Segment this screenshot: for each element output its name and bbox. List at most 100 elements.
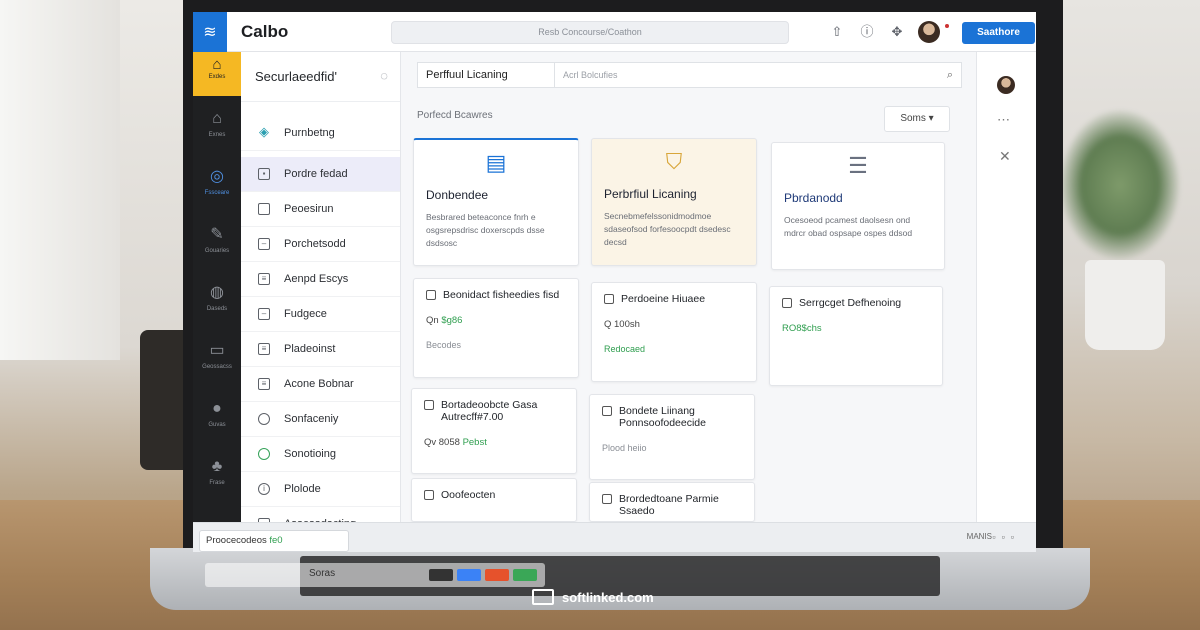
document-icon: ▤ <box>485 150 507 175</box>
drop-icon: ◈ <box>259 124 269 139</box>
rail-item-puzzle[interactable]: ♣ Frase <box>193 444 241 502</box>
card-meta-value: $g86 <box>441 315 463 326</box>
item-card[interactable]: Beonidact fisheedies fisd Qn $g86 Becode… <box>413 278 579 378</box>
section-label: Porfecd Bcawres <box>417 110 493 121</box>
global-search-input[interactable]: Resb Concourse/Coathon <box>391 21 789 44</box>
sort-button[interactable]: Soms ▾ <box>884 106 950 132</box>
card-meta-value: RO8$chs <box>782 323 822 334</box>
sidebar-item[interactable]: ≡ Aenpd Escys <box>241 262 400 297</box>
sidebar-item-label: Porchetsodd <box>284 238 346 250</box>
sidebar-item[interactable]: Peoesirun <box>241 192 400 227</box>
app-logo-icon[interactable]: ≋ <box>193 12 227 52</box>
checkbox-icon <box>602 406 612 416</box>
circle-icon: ● <box>212 400 222 417</box>
card-head: Bortadeoobcte Gasa Autrecff#7.00 <box>424 399 564 423</box>
rail-item-label: Guvas <box>208 422 226 428</box>
card-head: Ooofeocten <box>424 489 564 501</box>
right-rail: ⋯ ✕ <box>976 52 1036 522</box>
grid-icon: ▪ <box>258 168 270 180</box>
dock-app-icon[interactable] <box>485 569 509 581</box>
doc-icon <box>604 294 614 304</box>
card-meta-prefix: Qv 8058 <box>424 437 463 448</box>
folder-icon: – <box>258 308 270 320</box>
dock-app-icon[interactable] <box>513 569 537 581</box>
sidebar-item-selected[interactable]: ▪ Pordre fedad <box>241 157 400 192</box>
primary-button[interactable]: Saathore <box>962 22 1035 44</box>
rail-item-box[interactable]: ▭ Geossacss <box>193 328 241 386</box>
card-meta: RO8$chs <box>782 323 930 334</box>
sidebar-item-label: Fudgece <box>284 308 327 320</box>
rail-item-globe[interactable]: ◍ Daseds <box>193 270 241 328</box>
app-name: Calbo <box>241 21 289 41</box>
doc-icon: ≡ <box>258 273 270 285</box>
rail-item-home[interactable]: ⌂ Exnes <box>193 96 241 154</box>
rail-item-edit[interactable]: ✎ Gouaries <box>193 212 241 270</box>
move-icon[interactable]: ✥ <box>889 24 905 40</box>
rail-home[interactable]: ⌂ Exdes <box>193 52 241 96</box>
item-card[interactable]: Bortadeoobcte Gasa Autrecff#7.00 Qv 8058… <box>411 388 577 474</box>
sidebar-item[interactable]: – Porchetsodd <box>241 227 400 262</box>
dock-app-icon[interactable] <box>429 569 453 581</box>
card-meta: Qn $g86 <box>426 315 566 326</box>
page-icon: ≡ <box>258 343 270 355</box>
status-pill[interactable]: Proocecodeos fe0 <box>199 530 349 552</box>
user-avatar[interactable] <box>918 21 940 43</box>
featured-card[interactable]: ▤ Donbendee Besbrared beteaconce fnrh e … <box>413 138 579 266</box>
featured-desc: Besbrared beteaconce fnrh e osgsrepsdris… <box>426 212 545 248</box>
puzzle-icon: ♣ <box>211 458 223 475</box>
image-icon <box>424 490 434 500</box>
item-card[interactable]: Perdoeine Hiuaee Q 100sh Redocaed <box>591 282 757 382</box>
chat-icon[interactable]: ◌ <box>380 68 388 83</box>
plant-pot <box>1085 260 1165 350</box>
featured-card[interactable]: ☰ Pbrdanodd Ocesoeod pcamest daolsesn on… <box>771 142 945 270</box>
sidebar-item[interactable]: ◈ Purnbetng <box>241 116 400 151</box>
more-icon[interactable]: ⋯ <box>997 112 1010 128</box>
info-circle-icon: i <box>258 483 270 495</box>
dock-app-icon[interactable] <box>457 569 481 581</box>
sidebar-item[interactable]: Sonotioing <box>241 437 400 472</box>
sidebar-item[interactable]: ≡ Acone Bobnar <box>241 367 400 402</box>
rail-item-explore[interactable]: ◎ Fssceare <box>193 154 241 212</box>
filter-input[interactable]: Acrl Bolcufies ⌕ <box>555 62 962 88</box>
upload-icon[interactable]: ⇧ <box>829 24 845 40</box>
sidebar-item[interactable]: i Plolode <box>241 472 400 507</box>
sidebar-header: Securlaeedfid' ◌ <box>241 52 400 102</box>
featured-desc: Ocesoeod pcamest daolsesn ond mdrcr obad… <box>784 215 913 238</box>
collaborator-avatar[interactable] <box>997 76 1015 94</box>
rail-item-label: Exnes <box>208 132 226 138</box>
sidebar-item[interactable]: ≡ Pladeoinst <box>241 332 400 367</box>
info-icon[interactable]: ⓘ <box>859 24 875 40</box>
card-head: Brordedtoane Parmie Ssaedo <box>602 493 742 517</box>
close-icon[interactable]: ✕ <box>999 148 1011 165</box>
item-card[interactable]: Serrgcget Defhenoing RO8$chs <box>769 286 943 386</box>
sidebar-item[interactable]: – Fudgece <box>241 297 400 332</box>
doc-icon <box>426 290 436 300</box>
watermark-text: softlinked.com <box>562 589 654 605</box>
badge-icon: ⛉ <box>665 149 683 174</box>
card-meta-prefix: Qn <box>426 315 442 326</box>
sidebar: Securlaeedfid' ◌ ◈ Purnbetng ▪ Pordre feda… <box>241 52 401 542</box>
item-card[interactable]: Brordedtoane Parmie Ssaedo <box>589 482 755 522</box>
featured-desc: Secnebmefelssonidmodmoe sdaseofsod forfe… <box>604 211 731 247</box>
sidebar-item-label: Purnbetng <box>284 127 335 139</box>
rail-item-label: Gouaries <box>204 248 230 254</box>
active-tab[interactable]: Perffuul Licaning <box>417 62 555 88</box>
sidebar-item-label: Acone Bobnar <box>284 378 354 390</box>
plant <box>1060 110 1180 260</box>
rail-item-label: Daseds <box>206 306 228 312</box>
card-title: Bortadeoobcte Gasa Autrecff#7.00 <box>441 399 538 423</box>
card-title: Serrgcget Defhenoing <box>799 297 902 309</box>
sidebar-item-label: Pordre fedad <box>284 168 348 180</box>
sidebar-title: Securlaeedfid' <box>255 69 337 84</box>
laptop-screen: ≋ Calbo Resb Concourse/Coathon ⇧ ⓘ ✥ Saa… <box>193 12 1036 552</box>
featured-card[interactable]: ⛉ Perbrfiul Licaning Secnebmefelssonidmo… <box>591 138 757 266</box>
search-icon[interactable]: ⌕ <box>947 63 953 87</box>
globe-icon: ◍ <box>210 284 224 301</box>
rail-item-circle[interactable]: ● Guvas <box>193 386 241 444</box>
window-light <box>0 0 120 360</box>
item-card[interactable]: Bondete Liinang Ponnsoofodeecide Plood h… <box>589 394 755 480</box>
sidebar-item[interactable]: Sonfaceniy <box>241 402 400 437</box>
minus-box-icon: – <box>258 238 270 250</box>
item-card[interactable]: Ooofeocten <box>411 478 577 522</box>
rail-home-label: Exdes <box>208 74 226 80</box>
